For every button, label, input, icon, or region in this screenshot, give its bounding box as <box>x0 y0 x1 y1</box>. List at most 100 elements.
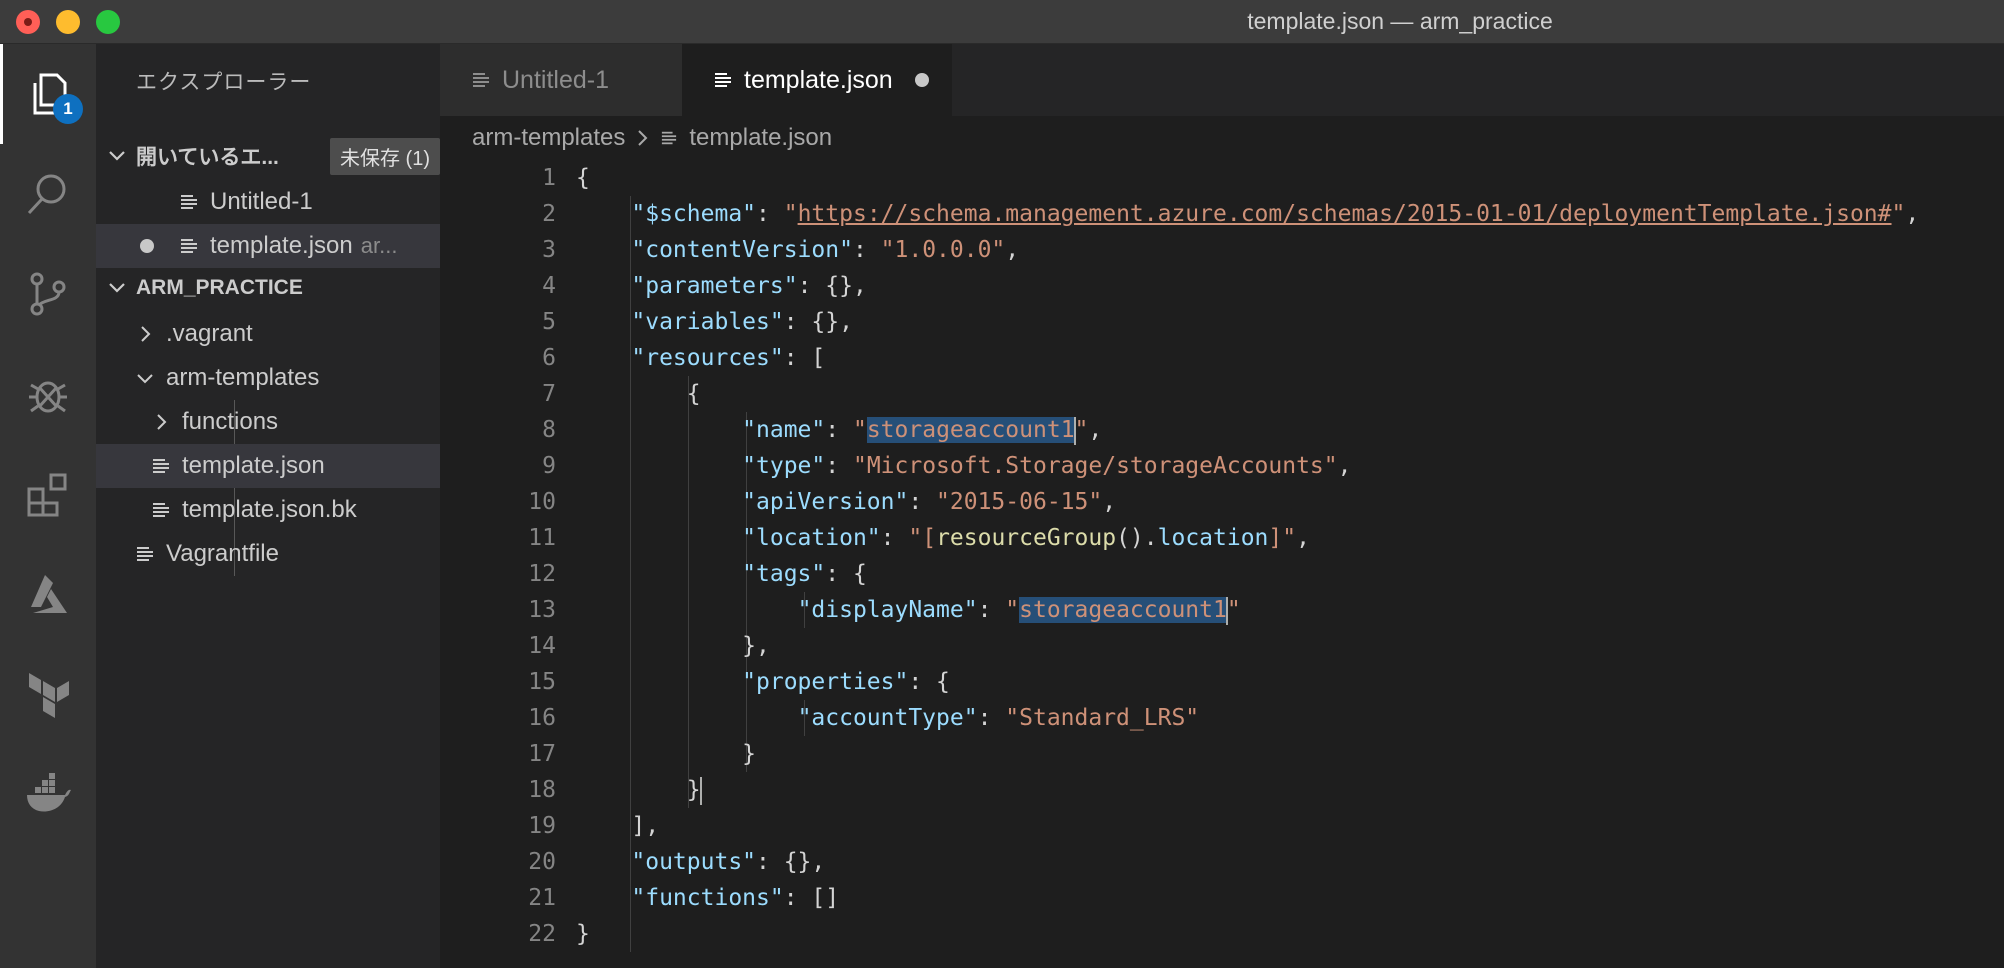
line-number: 17 <box>528 741 556 767</box>
code-line[interactable]: 5 "variables": {}, <box>440 304 2004 340</box>
code-line[interactable]: 19 ], <box>440 808 2004 844</box>
chevron-right-icon <box>148 413 174 431</box>
activity-terraform[interactable] <box>0 644 96 744</box>
tree-file-template-json-bk[interactable]: template.json.bk <box>96 488 440 532</box>
unsaved-dot-icon[interactable] <box>914 73 929 87</box>
line-number: 10 <box>528 489 556 515</box>
code-text: "name": "storageaccount1", <box>576 412 1102 448</box>
line-number: 13 <box>528 597 556 623</box>
code-token: "Microsoft.Storage/storageAccounts" <box>852 453 1338 479</box>
code-token: , <box>1005 237 1020 263</box>
line-number: 15 <box>528 669 556 695</box>
code-token: " <box>852 417 867 443</box>
code-line[interactable]: 20 "outputs": {}, <box>440 844 2004 880</box>
code-line[interactable]: 15 "properties": { <box>440 664 2004 700</box>
code-token: "type" <box>742 453 826 479</box>
code-token: "variables" <box>631 309 784 335</box>
line-number: 8 <box>542 417 556 443</box>
code-token: : {}, <box>783 309 853 335</box>
code-text: "tags": { <box>576 556 867 592</box>
maximize-window-button[interactable] <box>96 10 120 34</box>
open-editor-item[interactable]: Untitled-1 <box>96 180 440 224</box>
code-token: { <box>576 381 701 407</box>
activity-docker[interactable] <box>0 744 96 844</box>
tree-file-vagrantfile[interactable]: Vagrantfile <box>96 532 440 576</box>
code-text: "functions": [] <box>576 880 839 916</box>
code-line[interactable]: 7 { <box>440 376 2004 412</box>
close-window-button[interactable] <box>16 10 40 34</box>
code-line[interactable]: 10 "apiVersion": "2015-06-15", <box>440 484 2004 520</box>
code-line[interactable]: 6 "resources": [ <box>440 340 2004 376</box>
open-editor-desc: ar... <box>360 233 398 258</box>
code-line[interactable]: 22} <box>440 916 2004 952</box>
tree-label: .vagrant <box>166 320 253 347</box>
code-line[interactable]: 18 } <box>440 772 2004 808</box>
code-token: : <box>825 453 853 479</box>
code-text: "apiVersion": "2015-06-15", <box>576 484 1116 520</box>
code-line[interactable]: 16 "accountType": "Standard_LRS" <box>440 700 2004 736</box>
code-line[interactable]: 12 "tags": { <box>440 556 2004 592</box>
tab-template-json[interactable]: template.json <box>682 44 952 116</box>
tree-label: functions <box>182 408 279 435</box>
code-token: "resources" <box>631 345 784 371</box>
extensions-icon <box>27 473 67 517</box>
tree-folder-arm-templates[interactable]: arm-templates <box>96 356 440 400</box>
code-token: "Standard_LRS" <box>1005 705 1200 731</box>
open-editors-header[interactable]: 開いているエ... 未保存 (1) <box>96 136 440 176</box>
tab-untitled-1[interactable]: Untitled-1 <box>440 44 682 116</box>
line-number: 3 <box>542 237 556 263</box>
minimize-window-button[interactable] <box>56 10 80 34</box>
activity-source-control[interactable] <box>0 244 96 344</box>
code-line[interactable]: 4 "parameters": {}, <box>440 268 2004 304</box>
code-token: }, <box>576 633 770 659</box>
code-text: ], <box>576 808 659 844</box>
activity-search[interactable] <box>0 144 96 244</box>
activity-explorer[interactable]: 1 <box>0 44 96 144</box>
activity-azure[interactable] <box>0 544 96 644</box>
line-number: 7 <box>542 381 556 407</box>
code-line[interactable]: 13 "displayName": "storageaccount1" <box>440 592 2004 628</box>
code-line[interactable]: 1{ <box>440 160 2004 196</box>
chevron-down-icon <box>132 369 158 387</box>
code-line[interactable]: 9 "type": "Microsoft.Storage/storageAcco… <box>440 448 2004 484</box>
code-token: "contentVersion" <box>631 237 853 263</box>
line-number: 20 <box>528 849 556 875</box>
breadcrumb-file[interactable]: template.json <box>689 124 832 152</box>
code-token: " <box>1891 201 1906 227</box>
tree-folder-vagrant[interactable]: .vagrant <box>96 312 440 356</box>
activity-extensions[interactable] <box>0 444 96 544</box>
tree-label: arm-templates <box>166 364 320 391</box>
code-line[interactable]: 14 }, <box>440 628 2004 664</box>
open-editor-item[interactable]: template.json ar... <box>96 224 440 268</box>
terraform-icon <box>29 673 69 718</box>
code-token: , <box>1337 453 1352 479</box>
tree-folder-functions[interactable]: functions <box>96 400 440 444</box>
code-text: "contentVersion": "1.0.0.0", <box>576 232 1019 268</box>
code-text: "type": "Microsoft.Storage/storageAccoun… <box>576 448 1351 484</box>
code-line[interactable]: 8 "name": "storageaccount1", <box>440 412 2004 448</box>
tree-file-template-json[interactable]: template.json <box>96 444 440 488</box>
activity-debug[interactable] <box>0 344 96 444</box>
tree-label: template.json.bk <box>182 496 357 523</box>
line-number: 14 <box>528 633 556 659</box>
code-token: ]" <box>1268 525 1297 551</box>
code-line[interactable]: 2 "$schema": "https://schema.management.… <box>440 196 2004 232</box>
code-editor[interactable]: 1{2 "$schema": "https://schema.managemen… <box>440 160 2004 968</box>
code-token: (). <box>1116 525 1158 551</box>
code-token: "[ <box>908 525 937 551</box>
code-token: "displayName" <box>797 597 978 623</box>
code-text: "outputs": {}, <box>576 844 825 880</box>
code-line[interactable]: 17 } <box>440 736 2004 772</box>
code-line[interactable]: 3 "contentVersion": "1.0.0.0", <box>440 232 2004 268</box>
azure-icon <box>31 575 67 613</box>
code-text: "resources": [ <box>576 340 825 376</box>
code-token: , <box>1296 525 1310 551</box>
breadcrumb-folder[interactable]: arm-templates <box>472 124 625 152</box>
line-number: 12 <box>528 561 556 587</box>
code-line[interactable]: 11 "location": "[resourceGroup().locatio… <box>440 520 2004 556</box>
workspace-header[interactable]: ARM_PRACTICE <box>96 268 440 308</box>
code-line[interactable]: 21 "functions": [] <box>440 880 2004 916</box>
